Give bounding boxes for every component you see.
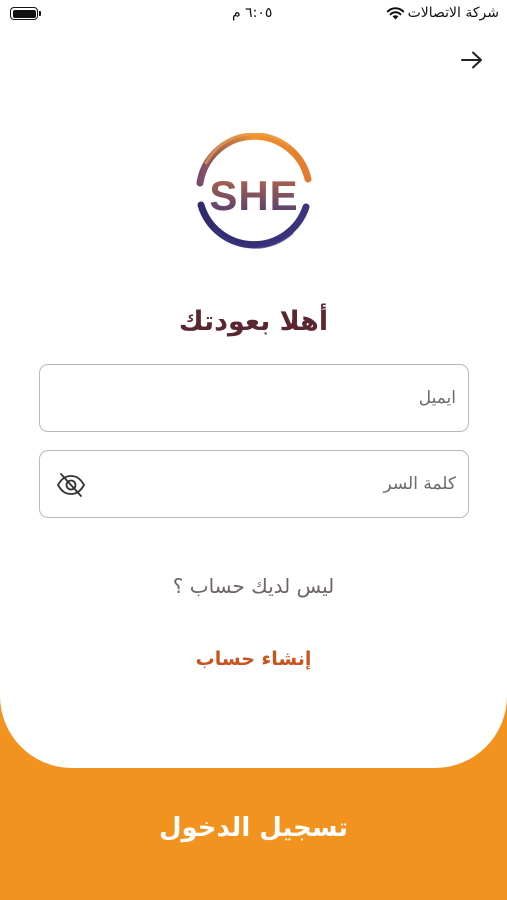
no-account-text: ليس لديك حساب ؟: [172, 574, 335, 598]
email-field[interactable]: [39, 364, 469, 432]
arrow-right-icon: [461, 51, 482, 69]
battery-cap: [39, 11, 41, 16]
password-input[interactable]: [96, 451, 456, 517]
create-account-link[interactable]: إنشاء حساب: [0, 648, 507, 670]
welcome-title: أهلا بعودتك: [178, 306, 329, 337]
back-button[interactable]: [458, 48, 486, 72]
email-input[interactable]: [54, 365, 456, 431]
carrier-name: شركة الاتصالات: [407, 5, 499, 21]
status-time: ٦:٠٥ م: [232, 5, 273, 21]
she-logo: SHE: [196, 133, 312, 249]
eye-slash-icon[interactable]: [56, 472, 86, 498]
password-field[interactable]: [39, 450, 469, 518]
battery-icon: [10, 7, 38, 20]
logo-text: SHE: [209, 172, 298, 219]
wifi-icon: [386, 7, 405, 20]
login-button[interactable]: تسجيل الدخول: [0, 768, 507, 900]
status-bar: ٦:٠٥ م شركة الاتصالات: [0, 0, 507, 28]
